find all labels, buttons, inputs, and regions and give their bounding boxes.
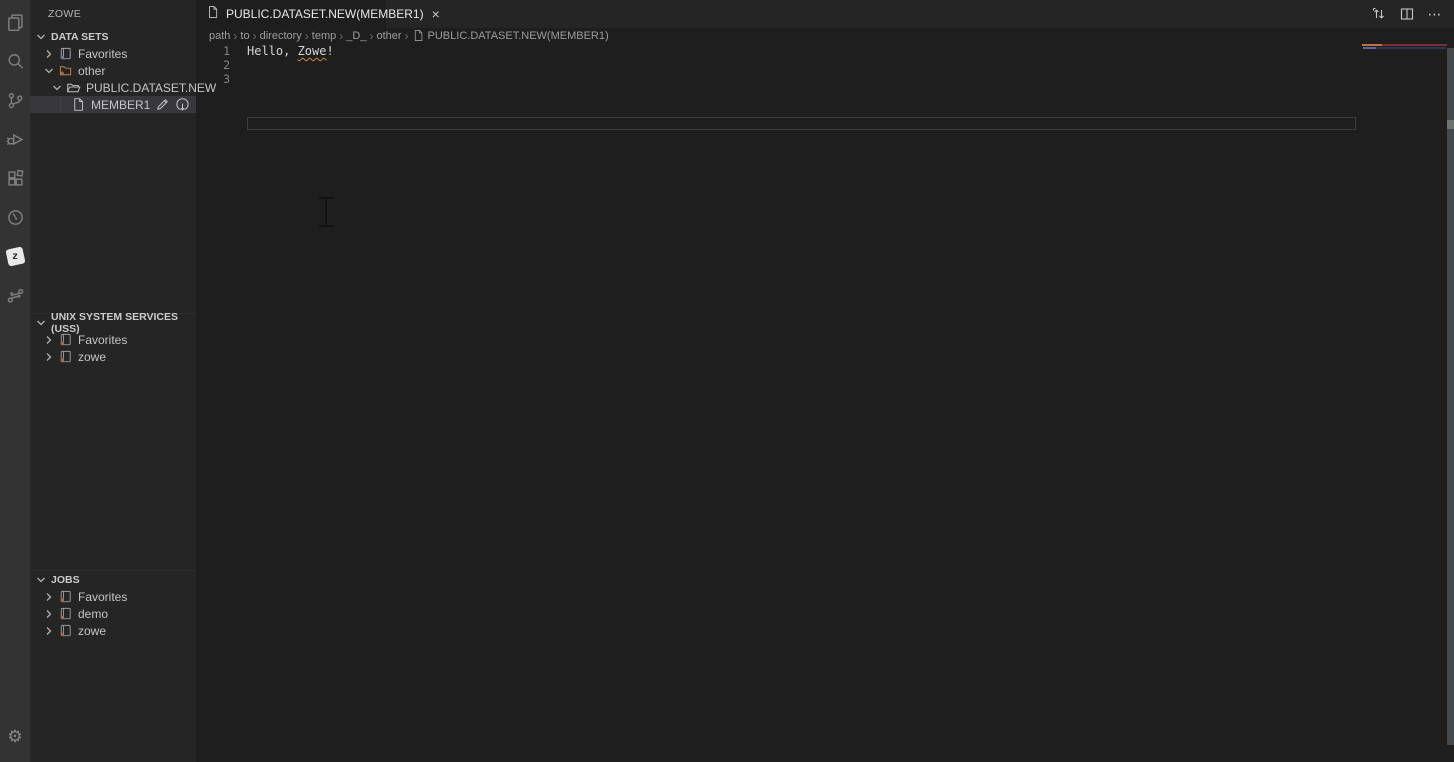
breadcrumb-segment[interactable]: path [209,30,230,42]
chevron-down-icon [49,80,65,96]
breadcrumb-segment[interactable]: directory [260,30,302,42]
chevron-right-icon [41,46,57,62]
file-icon [30,97,86,113]
code-line-2: 2 [196,58,1454,72]
section-uss: UNIX SYSTEM SERVICES (USS) Favorites [30,313,196,570]
tree-item-jobs-demo[interactable]: demo [30,605,196,622]
source-control-icon[interactable] [0,81,30,120]
split-editor-icon[interactable] [1398,5,1416,23]
tree-item-datasets-favorites[interactable]: Favorites [30,45,196,62]
tree-item-dataset-public-dataset-new[interactable]: PUBLIC.DATASET.NEW [30,79,196,96]
settings-gear-icon[interactable]: ⚙ [0,717,30,756]
session-icon [57,606,73,622]
download-icon[interactable] [174,97,190,113]
chevron-right-icon [41,623,57,639]
breadcrumb-separator: › [369,29,373,43]
breadcrumb-segment[interactable]: PUBLIC.DATASET.NEW(MEMBER1) [428,30,609,42]
session-icon [57,332,73,348]
tab-title: PUBLIC.DATASET.NEW(MEMBER1) [226,7,424,21]
chevron-right-icon [41,349,57,365]
editor-actions: ⋯ [1370,0,1454,28]
indent-guide [60,96,61,113]
chevron-right-icon [41,332,57,348]
tree-item-datasets-other[interactable]: other [30,62,196,79]
pipeline-icon[interactable] [0,276,30,315]
run-debug-icon[interactable] [0,120,30,159]
open-folder-icon [65,80,81,96]
breadcrumb-segment[interactable]: other [376,30,401,42]
breadcrumb-segment[interactable]: temp [312,30,336,42]
session-icon [57,623,73,639]
member1-actions [154,97,196,113]
search-icon[interactable] [0,42,30,81]
code-text: Hello, Zowe! [247,44,334,58]
breadcrumb-separator: › [305,29,309,43]
activity-bar: z ⚙ [0,0,30,762]
compare-swap-icon[interactable] [1370,5,1388,23]
minimap-line-mark [1362,44,1447,46]
explorer-icon[interactable] [0,3,30,42]
chevron-right-icon [41,606,57,622]
breadcrumb-separator: › [253,29,257,43]
vscode-window: z ⚙ ZOWE DATA SETS [0,0,1454,762]
favorites-session-icon [57,46,73,62]
section-header-jobs[interactable]: JOBS [30,571,196,588]
misspelled-word: Zowe [298,44,327,58]
minimap[interactable] [1362,44,1447,104]
section-data-sets: DATA SETS Favorites [30,28,196,313]
breadcrumb: path › to › directory › temp › _D_ › oth… [196,28,1454,44]
editor-group: PUBLIC.DATASET.NEW(MEMBER1) × ⋯ [196,0,1454,762]
scrollbar[interactable] [1447,48,1454,745]
breadcrumb-separator: › [233,29,237,43]
code-editor[interactable]: 1 Hello, Zowe! 2 3 [196,44,1454,762]
chevron-right-icon [41,589,57,605]
tree-item-jobs-favorites[interactable]: Favorites [30,588,196,605]
breadcrumb-separator: › [405,29,409,43]
zowe-sidebar: ZOWE DATA SETS Favorites [30,0,196,762]
extensions-icon[interactable] [0,159,30,198]
chevron-down-icon [33,315,49,331]
breadcrumb-separator: › [339,29,343,43]
code-line-1: 1 Hello, Zowe! [196,44,1454,58]
session-folder-icon [57,63,73,79]
current-line-highlight [247,117,1356,130]
tree-item-uss-favorites[interactable]: Favorites [30,331,196,348]
tree-item-uss-zowe[interactable]: zowe [30,348,196,365]
zowe-logo: z [5,246,25,266]
breadcrumb-segment[interactable]: _D_ [346,30,366,42]
session-icon [57,349,73,365]
breadcrumb-segment[interactable]: to [240,30,249,42]
tab-public-dataset-new-member1[interactable]: PUBLIC.DATASET.NEW(MEMBER1) × [196,0,386,28]
mouse-ibeam-cursor [318,197,334,227]
line-number: 3 [196,72,230,86]
scrollbar-slider[interactable] [1447,120,1454,129]
minimap-line-mark [1363,47,1446,49]
section-jobs: JOBS Favorites [30,570,196,762]
file-icon [206,5,220,24]
section-header-data-sets[interactable]: DATA SETS [30,28,196,45]
file-icon [412,29,425,43]
edit-pencil-icon[interactable] [154,97,170,113]
line-number: 1 [196,44,230,58]
sidebar-title: ZOWE [30,0,196,28]
chevron-down-icon [33,29,49,45]
tree-item-member1[interactable]: MEMBER1 [30,96,196,113]
line-number: 2 [196,58,230,72]
clock-icon[interactable] [0,198,30,237]
session-icon [57,589,73,605]
chevron-down-icon [33,572,49,588]
code-line-3: 3 [196,72,1454,86]
zowe-icon[interactable]: z [0,237,30,276]
tab-bar: PUBLIC.DATASET.NEW(MEMBER1) × ⋯ [196,0,1454,28]
more-actions-icon[interactable]: ⋯ [1426,5,1444,23]
tree-item-jobs-zowe[interactable]: zowe [30,622,196,639]
chevron-down-icon [41,63,57,79]
section-header-uss[interactable]: UNIX SYSTEM SERVICES (USS) [30,314,196,331]
close-icon[interactable]: × [432,7,440,21]
